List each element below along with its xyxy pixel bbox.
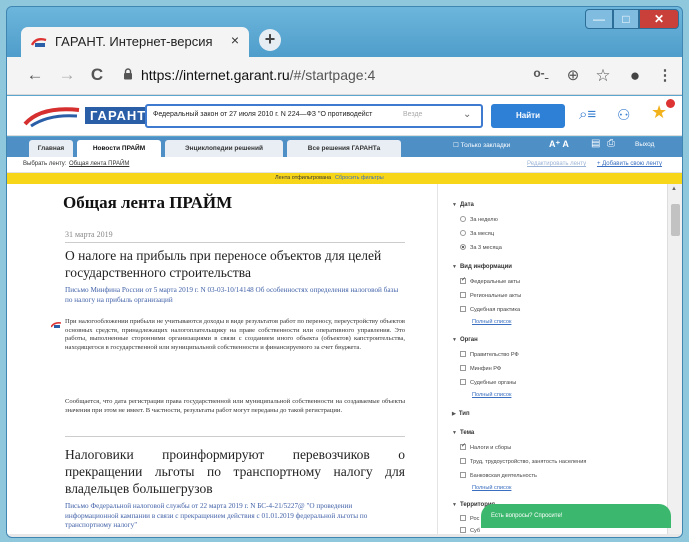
find-button[interactable]: Найти xyxy=(491,104,565,128)
horizontal-scrollbar[interactable] xyxy=(7,534,682,537)
chevron-down-icon[interactable]: ⌄ xyxy=(463,109,471,120)
radio-3-months[interactable]: За 3 месяца xyxy=(460,244,502,251)
checkbox-subject[interactable]: Суб xyxy=(460,527,480,534)
full-list-link[interactable]: Полный список xyxy=(472,485,511,491)
browser-tab[interactable]: ГАРАНТ. Интернет-версия × xyxy=(21,27,249,57)
garant-logo[interactable]: ГАРАНТ xyxy=(21,102,152,130)
site-header: ГАРАНТ Федеральный закон от 27 июля 2010… xyxy=(7,96,682,136)
tab-news-prime[interactable]: Новости ПРАЙМ xyxy=(77,140,161,157)
news-headline[interactable]: О налоге на прибыль при переносе объекто… xyxy=(65,247,405,281)
checkbox-russia[interactable]: Рос xyxy=(460,515,479,522)
minimize-button[interactable]: — xyxy=(585,9,613,29)
page-title: Общая лента ПРАЙМ xyxy=(63,193,233,212)
search-input-value: Федеральный закон от 27 июля 2010 г. N 2… xyxy=(153,111,373,118)
checkbox-banking[interactable]: Банковская деятельность xyxy=(460,472,537,479)
scrollbar-thumb[interactable] xyxy=(671,204,680,236)
filter-status: Лента отфильтрована xyxy=(275,175,332,181)
forward-arrow-icon[interactable]: → xyxy=(57,65,77,85)
bookmarks-only-toggle[interactable]: ☐ Только закладки xyxy=(453,141,510,149)
checkbox-courts[interactable]: Судебные органы xyxy=(460,379,516,386)
full-list-link[interactable]: Полный список xyxy=(472,392,511,398)
feed-select[interactable]: Общая лента ПРАЙМ xyxy=(69,161,129,167)
garant-favicon-icon xyxy=(31,37,47,47)
vertical-scrollbar[interactable]: ▲ xyxy=(667,184,682,534)
news-feed: Общая лента ПРАЙМ 31 марта 2019 О налоге… xyxy=(7,184,437,534)
checkbox-labor[interactable]: Труд, трудоустройство, занятость населен… xyxy=(460,458,586,465)
bookmark-star-icon[interactable]: ☆ xyxy=(593,66,613,86)
exit-link[interactable]: Выход xyxy=(635,141,654,148)
key-icon[interactable]: o-ˍ xyxy=(531,66,551,80)
full-list-link[interactable]: Полный список xyxy=(472,319,511,325)
news-text: При налогообложении прибыли не учитывают… xyxy=(65,318,405,351)
title-bar: ГАРАНТ. Интернет-версия × + — □ ✕ xyxy=(7,7,682,57)
radio-week[interactable]: За неделю xyxy=(460,216,498,223)
document-link[interactable]: Письмо Минфина России от 5 марта 2019 г.… xyxy=(65,286,405,305)
notification-badge xyxy=(666,99,675,108)
add-feed-link[interactable]: + Добавить свою ленту xyxy=(597,161,662,167)
filter-type-header[interactable]: ▶ Тип xyxy=(452,411,470,417)
menu-dots-icon[interactable]: ⋮ xyxy=(655,66,675,84)
divider xyxy=(65,242,405,243)
browser-window: ГАРАНТ. Интернет-версия × + — □ ✕ ← → C … xyxy=(6,6,683,538)
checkbox-minfin[interactable]: Минфин РФ xyxy=(460,365,501,372)
section-tabs: Главная Новости ПРАЙМ Энциклопедии решен… xyxy=(7,137,682,157)
url-field[interactable]: https://internet.garant.ru/#/startpage:4 xyxy=(141,67,375,83)
new-tab-button[interactable]: + xyxy=(259,29,281,51)
tab-close-icon[interactable]: × xyxy=(227,32,243,48)
users-icon[interactable]: ⚇ xyxy=(617,106,630,124)
favorites-star-icon[interactable]: ★ xyxy=(651,102,667,123)
filter-info-header[interactable]: ▼ Вид информации xyxy=(452,264,512,270)
checkbox-taxes[interactable]: Налоги и сборы xyxy=(460,442,511,451)
back-arrow-icon[interactable]: ← xyxy=(25,65,45,85)
font-size-control[interactable]: A⁺ A xyxy=(549,139,569,150)
tab-all-solutions[interactable]: Все решения ГАРАНТа xyxy=(287,140,401,157)
close-window-button[interactable]: ✕ xyxy=(639,9,679,29)
url-path: /#/startpage:4 xyxy=(289,67,376,83)
maximize-button[interactable]: □ xyxy=(613,9,639,29)
print-icon[interactable]: ⎙ xyxy=(607,138,615,149)
garant-mark-icon xyxy=(51,322,61,328)
tab-encyclopedia[interactable]: Энциклопедии решений xyxy=(165,140,283,157)
search-filter-icon[interactable]: ⌕≡ xyxy=(579,106,596,123)
logo-text: ГАРАНТ xyxy=(85,107,152,124)
reload-icon[interactable]: C xyxy=(87,65,107,85)
address-bar: ← → C https://internet.garant.ru/#/start… xyxy=(7,57,682,95)
account-icon[interactable]: ● xyxy=(625,66,645,86)
document-link[interactable]: Письмо Федеральной налоговой службы от 2… xyxy=(65,502,405,531)
zoom-icon[interactable]: ⊕ xyxy=(563,66,583,84)
feed-date: 31 марта 2019 xyxy=(65,230,113,239)
news-headline[interactable]: Налоговики проинформируют перевозчиков о… xyxy=(65,446,405,497)
save-icon[interactable]: ▤ xyxy=(591,138,600,149)
radio-month[interactable]: За месяц xyxy=(460,230,494,237)
feed-label: Выбрать ленту: xyxy=(23,161,67,167)
search-field[interactable]: Федеральный закон от 27 июля 2010 г. N 2… xyxy=(145,104,483,128)
lock-icon xyxy=(124,68,132,80)
filter-sidebar: ▼ Дата За неделю За месяц За 3 месяца ▼ Ви… xyxy=(437,184,667,534)
feed-selector-row: Выбрать ленту: Общая лента ПРАЙМ Редакти… xyxy=(7,157,682,173)
checkbox-government[interactable]: Правительство РФ xyxy=(460,351,519,358)
news-text: Сообщается, что дата регистрации права г… xyxy=(65,398,405,414)
url-host: https://internet.garant.ru xyxy=(141,67,290,83)
filter-theme-header[interactable]: ▼ Тема xyxy=(452,430,474,436)
search-scope[interactable]: Везде xyxy=(403,111,422,118)
filter-organ-header[interactable]: ▼ Орган xyxy=(452,337,478,343)
edit-feed-link[interactable]: Редактировать ленту xyxy=(527,161,586,167)
filter-status-bar: Лента отфильтрована Сбросить фильтры xyxy=(7,173,682,184)
filter-date-header[interactable]: ▼ Дата xyxy=(452,202,474,208)
chat-widget-button[interactable]: Есть вопросы? Спросите! xyxy=(481,504,671,528)
checkbox-federal[interactable]: Федеральные акты xyxy=(460,276,520,285)
checkbox-regional[interactable]: Региональные акты xyxy=(460,292,521,299)
scroll-up-icon[interactable]: ▲ xyxy=(671,186,677,192)
reset-filters-link[interactable]: Сбросить фильтры xyxy=(335,175,384,181)
tab-title: ГАРАНТ. Интернет-версия xyxy=(55,34,213,49)
tab-main[interactable]: Главная xyxy=(29,140,73,157)
divider xyxy=(65,436,405,437)
checkbox-court[interactable]: Судебная практика xyxy=(460,306,520,313)
